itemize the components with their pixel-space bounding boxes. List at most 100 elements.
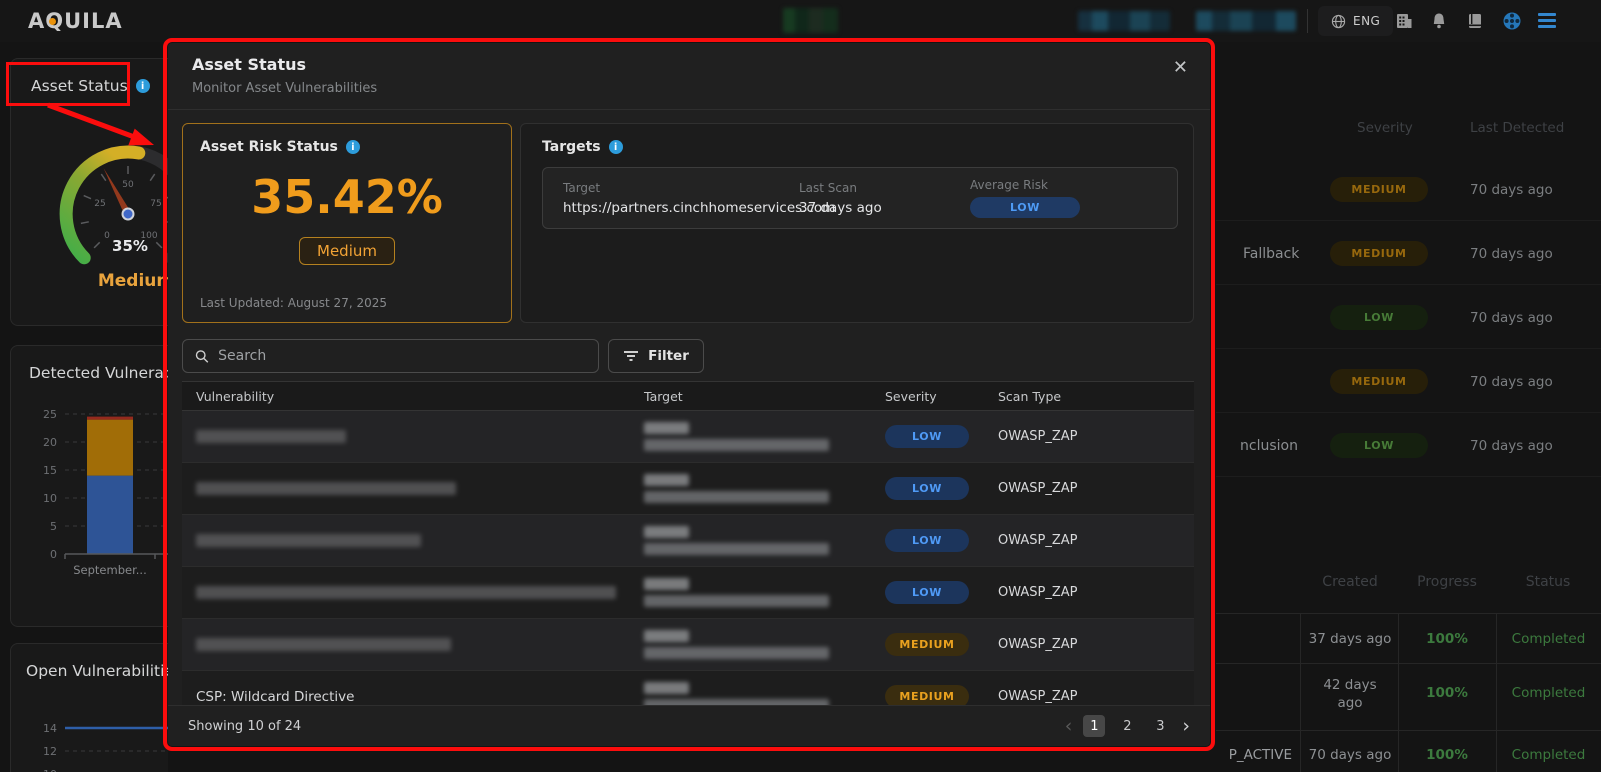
redacted-target xyxy=(644,422,689,434)
risk-percentage: 35.42% xyxy=(183,170,511,224)
line-ytick: 14 xyxy=(43,722,57,735)
line-ytick: 10 xyxy=(43,768,57,772)
bg-col-last-detected: Last Detected xyxy=(1470,120,1564,136)
bar-ytick: 15 xyxy=(43,464,57,477)
page-button-3[interactable]: 3 xyxy=(1149,715,1171,737)
bg-scan-status: Completed xyxy=(1496,685,1601,701)
bar-ytick: 10 xyxy=(43,492,57,505)
col-vulnerability: Vulnerability xyxy=(182,389,644,404)
bg-scan-status: Completed xyxy=(1496,631,1601,647)
bg-vuln-name-fragment: Fallback xyxy=(1243,246,1299,262)
bar-ytick: 25 xyxy=(43,408,57,421)
table-row[interactable]: LOW OWASP_ZAP xyxy=(182,567,1194,619)
scan-type: OWASP_ZAP xyxy=(998,689,1194,704)
table-row[interactable]: LOW OWASP_ZAP xyxy=(182,463,1194,515)
gauge-tick-50: 50 xyxy=(122,180,134,190)
bg-severity-badge: MEDIUM xyxy=(1330,177,1428,202)
chevron-right-icon[interactable]: › xyxy=(1182,717,1190,736)
asset-status-card: Asset Status i 0 2 xyxy=(10,58,168,326)
last-scan-col-label: Last Scan xyxy=(799,181,970,195)
search-input[interactable] xyxy=(218,348,586,364)
asset-status-modal: Asset Status Monitor Asset Vulnerabiliti… xyxy=(168,43,1210,746)
language-label: ENG xyxy=(1353,14,1380,28)
target-url: https://partners.cinchhomeservices.com xyxy=(563,200,799,216)
filter-label: Filter xyxy=(648,348,689,364)
col-scan-type: Scan Type xyxy=(998,389,1194,404)
modal-header-divider xyxy=(168,109,1210,110)
severity-badge: LOW xyxy=(885,477,969,500)
risk-card-title: Asset Risk Status i xyxy=(200,139,360,155)
redacted-target xyxy=(644,647,829,659)
redacted-nav-text-1 xyxy=(1078,11,1170,31)
last-scan-value: 37 days ago xyxy=(799,200,970,216)
notifications-bell-icon[interactable] xyxy=(1430,12,1448,30)
gauge-tick-0: 0 xyxy=(104,231,110,241)
bg-scan-status: Completed xyxy=(1496,747,1601,763)
app-logo-text: AQUILA xyxy=(28,9,123,33)
target-col-label: Target xyxy=(563,181,799,195)
bg-col-severity: Severity xyxy=(1357,120,1413,136)
bg-last-detected: 70 days ago xyxy=(1470,310,1553,326)
filter-icon xyxy=(623,349,639,363)
dashboard-left-column: Asset Status i 0 2 xyxy=(0,42,168,772)
redacted-vulnerability xyxy=(196,586,616,599)
risk-level-badge: Medium xyxy=(299,237,395,265)
detected-vulnerabilities-title: Detected Vulnerabilities xyxy=(29,364,168,382)
chevron-left-icon[interactable]: ‹ xyxy=(1065,717,1073,736)
filter-button[interactable]: Filter xyxy=(608,339,704,373)
menu-hamburger-icon[interactable] xyxy=(1538,13,1556,31)
info-icon[interactable]: i xyxy=(609,140,623,154)
bg-scan-name-fragment: P_ACTIVE xyxy=(1216,747,1292,763)
gauge-needle-hub xyxy=(123,209,134,220)
screen: AQUILA ENG xyxy=(0,0,1601,772)
bg-scan-created: 70 days ago xyxy=(1303,747,1397,763)
language-selector[interactable]: ENG xyxy=(1318,6,1393,36)
redacted-target xyxy=(644,543,829,555)
average-risk-badge: LOW xyxy=(970,197,1080,218)
table-row-clipped[interactable]: CSP: Wildcard Directive MEDIUM OWASP_ZAP xyxy=(182,671,1194,705)
app-logo[interactable]: AQUILA xyxy=(28,9,123,33)
open-vulnerabilities-card: Open Vulnerabilities 14 12 10 xyxy=(10,643,168,772)
bg-scan-created: 37 days ago xyxy=(1303,631,1397,647)
scan-type: OWASP_ZAP xyxy=(998,429,1194,444)
open-vulnerabilities-line-chart: 14 12 10 xyxy=(21,702,168,772)
page-button-2[interactable]: 2 xyxy=(1116,715,1138,737)
bg-last-detected: 70 days ago xyxy=(1470,246,1553,262)
table-row[interactable]: LOW OWASP_ZAP xyxy=(182,411,1194,463)
table-row[interactable]: MEDIUM OWASP_ZAP xyxy=(182,619,1194,671)
bar-ytick: 0 xyxy=(50,548,57,561)
dashboard-right-column: Severity Last Detected MEDIUM 70 days ag… xyxy=(1216,42,1601,772)
redacted-nav-text-2 xyxy=(1196,11,1296,31)
redacted-vulnerability xyxy=(196,638,451,651)
bar-segment-medium xyxy=(87,420,133,476)
info-icon[interactable]: i xyxy=(346,140,360,154)
table-row[interactable]: LOW OWASP_ZAP xyxy=(182,515,1194,567)
bg-severity-badge: LOW xyxy=(1330,433,1428,458)
info-icon[interactable]: i xyxy=(136,79,150,93)
severity-badge: LOW xyxy=(885,581,969,604)
page-button-1[interactable]: 1 xyxy=(1083,715,1105,737)
redacted-target xyxy=(644,578,689,590)
scan-type: OWASP_ZAP xyxy=(998,533,1194,548)
bg-last-detected: 70 days ago xyxy=(1470,374,1553,390)
support-reel-icon[interactable] xyxy=(1502,11,1522,31)
bar-segment-high xyxy=(87,417,133,420)
bar-xlabel-1: September... xyxy=(73,563,146,577)
scan-type: OWASP_ZAP xyxy=(998,637,1194,652)
bg-severity-badge: MEDIUM xyxy=(1330,369,1428,394)
docs-book-icon[interactable] xyxy=(1466,12,1484,30)
gauge-tick-75: 75 xyxy=(150,199,161,209)
gauge-tick-25: 25 xyxy=(94,199,105,209)
redacted-vulnerability xyxy=(196,430,346,443)
detected-vulnerabilities-bar-chart: 25 20 15 10 5 0 September... September..… xyxy=(21,396,168,596)
bg-vuln-name-fragment: nclusion xyxy=(1240,438,1298,454)
showing-count: Showing 10 of 24 xyxy=(188,719,301,734)
close-icon[interactable]: ✕ xyxy=(1173,57,1188,78)
bar-ytick: 5 xyxy=(50,520,57,533)
bg-severity-badge: LOW xyxy=(1330,305,1428,330)
bg-scan-progress: 100% xyxy=(1398,747,1496,763)
navbar: AQUILA ENG xyxy=(0,0,1601,42)
bar-ytick: 20 xyxy=(43,436,57,449)
severity-badge: LOW xyxy=(885,529,969,552)
organization-icon[interactable] xyxy=(1395,12,1413,30)
